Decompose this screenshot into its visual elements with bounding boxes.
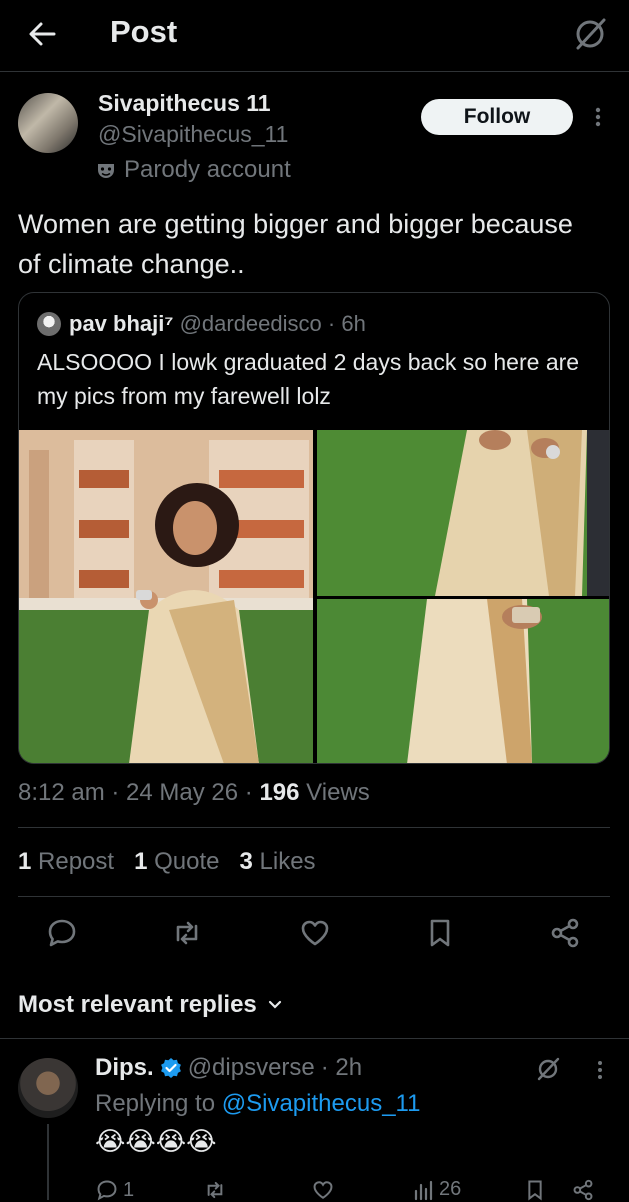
replying-to-link[interactable]: @Sivapithecus_11 xyxy=(222,1090,421,1117)
replying-prefix: Replying to xyxy=(95,1090,216,1117)
replies-sort-label: Most relevant replies xyxy=(18,991,257,1018)
reply-header: Dips. @dipsverse · 2h xyxy=(95,1054,362,1082)
thread-line xyxy=(47,1124,49,1200)
quote-avatar xyxy=(37,312,61,336)
reply-author-name[interactable]: Dips. xyxy=(95,1054,154,1082)
likes-stat[interactable]: 3 Likes xyxy=(240,848,316,876)
author-avatar[interactable] xyxy=(18,93,78,153)
top-bar xyxy=(0,0,629,72)
reply-avatar[interactable] xyxy=(18,1058,78,1118)
reply-author-handle[interactable]: @dipsverse xyxy=(188,1054,315,1082)
quote-author-handle: @dardeedisco xyxy=(179,311,322,336)
share-icon[interactable] xyxy=(548,916,582,950)
reposts-stat[interactable]: 1 Repost xyxy=(18,848,114,876)
bookmark-icon xyxy=(523,1178,547,1202)
quote-photo-3[interactable] xyxy=(317,599,609,763)
replies-sort[interactable]: Most relevant replies xyxy=(18,991,283,1019)
parody-mask-icon xyxy=(96,160,116,180)
repost-icon xyxy=(203,1178,227,1202)
follow-button[interactable]: Follow xyxy=(421,99,573,135)
repost-icon[interactable] xyxy=(170,916,204,950)
page-title: Post xyxy=(110,14,178,49)
quote-header: pav bhaji⁷ @dardeedisco · 6h xyxy=(37,311,366,337)
author-handle[interactable]: @Sivapithecus_11 xyxy=(98,121,288,148)
reply-reply-button[interactable]: 1 xyxy=(95,1178,134,1202)
back-arrow-icon[interactable] xyxy=(24,16,60,52)
divider xyxy=(0,1038,629,1039)
verified-icon xyxy=(160,1057,182,1079)
reply-count: 1 xyxy=(123,1178,135,1201)
post-meta: 8:12 am · 24 May 26 · 196 Views xyxy=(18,779,370,807)
quote-time: · 6h xyxy=(327,311,366,336)
reply-views-count: 26 xyxy=(439,1178,462,1200)
divider xyxy=(18,896,610,897)
post-text: Women are getting bigger and bigger beca… xyxy=(18,209,573,279)
post-actions xyxy=(0,898,629,968)
reply-icon xyxy=(95,1178,119,1202)
author-name[interactable]: Sivapithecus 11 xyxy=(98,90,271,117)
reply-text: 😭😭😭😭 xyxy=(95,1126,217,1156)
grok-icon[interactable] xyxy=(570,14,610,54)
parody-badge: Parody account xyxy=(96,156,291,184)
engagement-stats: 1 Repost 1 Quote 3 Likes xyxy=(18,848,316,876)
post-date: · 24 May 26 · xyxy=(111,779,253,806)
parody-label: Parody account xyxy=(124,156,291,183)
more-icon[interactable] xyxy=(594,1060,606,1080)
reply-actions: 1 26 xyxy=(95,1170,615,1202)
views-label: Views xyxy=(306,779,370,806)
views-icon xyxy=(413,1179,435,1201)
quote-photo-1[interactable] xyxy=(19,430,313,763)
reply-time: · 2h xyxy=(320,1054,363,1081)
views-count: 196 xyxy=(259,779,300,806)
post-time: 8:12 am xyxy=(18,779,105,806)
chevron-down-icon xyxy=(267,997,283,1013)
quote-photo-2[interactable] xyxy=(317,430,609,596)
share-icon xyxy=(571,1178,595,1202)
reply-bookmark-button[interactable] xyxy=(523,1178,547,1202)
like-icon[interactable] xyxy=(298,916,332,950)
quotes-stat[interactable]: 1 Quote xyxy=(134,848,219,876)
reply-views-button[interactable]: 26 xyxy=(413,1178,461,1201)
grok-icon[interactable] xyxy=(535,1056,561,1082)
reply-like-button[interactable] xyxy=(311,1178,335,1202)
divider xyxy=(18,827,610,828)
bookmark-icon[interactable] xyxy=(423,916,457,950)
quoted-post[interactable]: pav bhaji⁷ @dardeedisco · 6h ALSOOOO I l… xyxy=(18,292,610,764)
replying-to: Replying to @Sivapithecus_11 xyxy=(95,1090,420,1118)
like-icon xyxy=(311,1178,335,1202)
reply-repost-button[interactable] xyxy=(203,1178,227,1202)
reply-icon[interactable] xyxy=(45,916,79,950)
more-icon[interactable] xyxy=(590,106,606,128)
quote-author-name: pav bhaji⁷ xyxy=(69,311,174,336)
reply-share-button[interactable] xyxy=(571,1178,595,1202)
quote-text: ALSOOOO I lowk graduated 2 days back so … xyxy=(37,349,580,409)
